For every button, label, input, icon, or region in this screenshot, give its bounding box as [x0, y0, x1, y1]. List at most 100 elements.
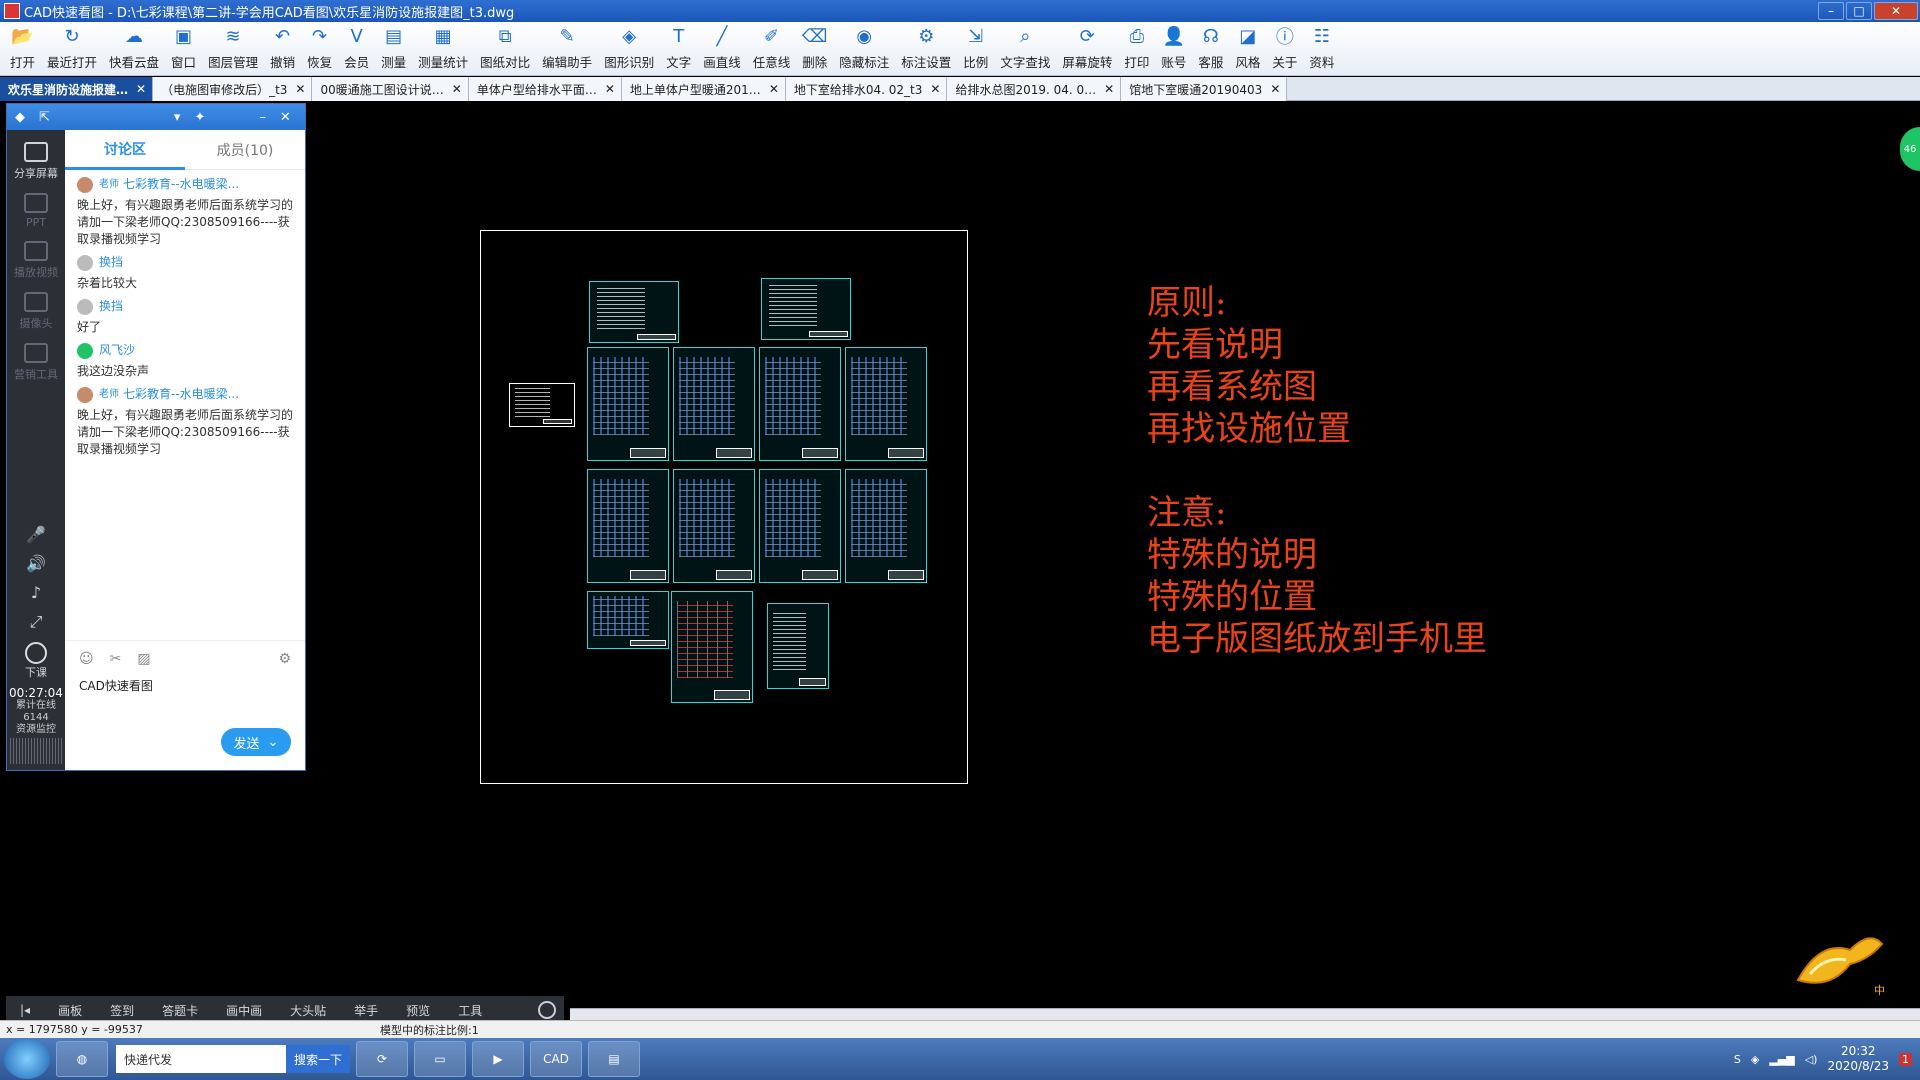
toolbar-window-button[interactable]: ▣ 窗口 [165, 23, 202, 75]
drawing-sheet[interactable] [589, 281, 679, 343]
class-tool-button[interactable]: 画板 [44, 1002, 96, 1019]
class-tool-button[interactable]: 预览 [392, 1002, 444, 1019]
power-icon[interactable] [538, 1001, 556, 1019]
toolbar-measure-button[interactable]: ▤ 测量 [375, 23, 412, 75]
toolbar-print-button[interactable]: ⎙ 打印 [1118, 23, 1155, 75]
sender-name[interactable]: 换挡 [99, 298, 123, 315]
marketing-tools-button[interactable]: 营销工具 [7, 343, 65, 382]
taskbar-app-browser[interactable]: ◍ [56, 1041, 108, 1077]
drawing-sheet[interactable] [759, 469, 841, 583]
scissors-icon[interactable]: ✂ [110, 651, 122, 667]
toolbar-cloud-button[interactable]: ☁ 快看云盘 [103, 23, 165, 75]
taskbar-app-explorer[interactable]: ▭ [414, 1041, 467, 1077]
drawing-sheet[interactable] [845, 469, 927, 583]
close-tab-icon[interactable]: ✕ [295, 82, 305, 96]
class-tool-button[interactable]: 工具 [444, 1002, 496, 1019]
document-tab[interactable]: 馆地下室暖通20190403 ✕ [1121, 77, 1288, 101]
start-button[interactable] [4, 1039, 50, 1079]
toolbar-shape-recognize-button[interactable]: ◈ 图形识别 [598, 23, 660, 75]
document-tab[interactable]: 欢乐星消防设施报建… ✕ [0, 77, 154, 101]
play-video-button[interactable]: 播放视频 [7, 241, 65, 280]
fullscreen-icon[interactable]: ⤢ [7, 612, 65, 632]
music-icon[interactable]: ♪ [7, 583, 65, 602]
drawing-sheet[interactable] [761, 278, 851, 340]
taskbar-app-cad[interactable]: CAD [530, 1041, 583, 1077]
leave-class-button[interactable]: 下课 [7, 642, 65, 680]
toolbar-compare-button[interactable]: ⧉ 图纸对比 [474, 23, 536, 75]
toolbar-undo-button[interactable]: ↶ 撤销 [264, 23, 301, 75]
class-tool-button[interactable]: 签到 [96, 1002, 148, 1019]
shield-icon[interactable]: ◈ [1751, 1053, 1759, 1066]
popout-icon[interactable]: ⇱ [39, 110, 50, 125]
close-icon[interactable]: ✕ [280, 110, 291, 125]
network-icon[interactable]: ▂▄▆ [1769, 1053, 1794, 1066]
close-tab-icon[interactable]: ✕ [452, 82, 462, 96]
input-method-icon[interactable]: S [1734, 1053, 1741, 1066]
notification-icon[interactable]: 1 [1899, 1052, 1912, 1066]
toolbar-vip-button[interactable]: V 会员 [338, 23, 375, 75]
taskbar-search-button[interactable]: 搜索一下 [286, 1045, 351, 1073]
close-tab-icon[interactable]: ✕ [1104, 82, 1114, 96]
drawing-sheet[interactable] [587, 591, 669, 649]
document-tab[interactable]: 地下室给排水04. 02_t3 ✕ [785, 77, 948, 101]
drawing-sheet[interactable] [759, 347, 841, 461]
send-button[interactable]: 发送 ⌄ [221, 728, 291, 756]
dropdown-icon[interactable]: ▾ [174, 110, 181, 125]
toolbar-annotation-settings-button[interactable]: ⚙ 标注设置 [895, 23, 957, 75]
drawing-sheet[interactable] [845, 347, 927, 461]
share-screen-button[interactable]: 分享屏幕 [7, 142, 65, 181]
toolbar-search-text-button[interactable]: ⌕ 文字查找 [994, 23, 1056, 75]
volume-icon[interactable]: ◁) [1805, 1053, 1818, 1066]
drawing-sheet[interactable] [587, 347, 669, 461]
camera-button[interactable]: 摄像头 [7, 292, 65, 331]
class-tool-button[interactable]: 答题卡 [148, 1002, 212, 1019]
document-tab[interactable]: （电施图审修改后）_t3 ✕ [153, 77, 313, 101]
close-tab-icon[interactable]: ✕ [930, 82, 940, 96]
horizontal-scrollbar[interactable] [570, 1008, 1920, 1020]
toolbar-headset-button[interactable]: ☊ 客服 [1192, 23, 1229, 75]
minimize-icon[interactable]: – [259, 110, 266, 125]
toolbar-history-button[interactable]: ↻ 最近打开 [41, 23, 103, 75]
sender-name[interactable]: 七彩教育--水电暖梁... [123, 386, 239, 403]
toolbar-line-button[interactable]: ╱ 画直线 [697, 23, 747, 75]
toolbar-style-button[interactable]: ◪ 风格 [1229, 23, 1266, 75]
close-tab-icon[interactable]: ✕ [769, 82, 779, 96]
tab-members[interactable]: 成员(10) [185, 140, 305, 160]
chevron-down-icon[interactable]: ⌄ [268, 735, 279, 750]
collapse-icon[interactable]: |◂ [6, 1003, 44, 1017]
settings-icon[interactable]: ⚙ [278, 651, 291, 667]
sender-name[interactable]: 风飞沙 [99, 342, 135, 359]
toolbar-info-button[interactable]: ⓘ 关于 [1266, 23, 1303, 75]
toolbar-layers-button[interactable]: ≋ 图层管理 [202, 23, 264, 75]
toolbar-docs-button[interactable]: ☷ 资料 [1303, 23, 1340, 75]
sender-name[interactable]: 换挡 [99, 254, 123, 271]
toolbar-hide-eye-button[interactable]: ◉ 隐藏标注 [833, 23, 895, 75]
close-tab-icon[interactable]: ✕ [605, 82, 615, 96]
toolbar-edit-helper-button[interactable]: ✎ 编辑助手 [536, 23, 598, 75]
document-tab[interactable]: 地上单体户型暖通201… ✕ [621, 77, 786, 101]
toolbar-folder-open-button[interactable]: 📂 打开 [4, 23, 41, 75]
toolbar-rotate-button[interactable]: ⟳ 屏幕旋转 [1056, 23, 1118, 75]
toolbar-redo-button[interactable]: ↷ 恢复 [301, 23, 338, 75]
mascot-icon[interactable]: 中 [1790, 920, 1890, 1000]
document-tab[interactable]: 00暖通施工图设计说… ✕ [312, 77, 469, 101]
chat-input[interactable]: CAD快速看图 [65, 667, 305, 704]
minimize-button[interactable]: – [1818, 2, 1844, 20]
taskbar-app-doc[interactable]: ▤ [588, 1041, 641, 1077]
toolbar-user-button[interactable]: 👤 账号 [1155, 23, 1192, 75]
drawing-sheet[interactable] [509, 383, 575, 427]
toolbar-text-button[interactable]: T 文字 [660, 23, 697, 75]
image-icon[interactable]: ▨ [137, 651, 150, 667]
close-button[interactable]: ✕ [1874, 2, 1918, 20]
sender-name[interactable]: 七彩教育--水电暖梁... [123, 176, 239, 193]
toolbar-scale-button[interactable]: ⇲ 比例 [957, 23, 994, 75]
taskbar-app-refresh[interactable]: ⟳ [356, 1041, 409, 1077]
tab-discussion[interactable]: 讨论区 [65, 130, 185, 170]
taskbar-app-player[interactable]: ▶ [472, 1041, 525, 1077]
toolbar-eraser-button[interactable]: ⌫ 删除 [796, 23, 833, 75]
document-tab[interactable]: 单体户型给排水平面… ✕ [468, 77, 622, 101]
class-tool-button[interactable]: 举手 [340, 1002, 392, 1019]
drawing-sheet[interactable] [673, 347, 755, 461]
toolbar-pen-button[interactable]: ✐ 任意线 [747, 23, 797, 75]
drawing-sheet[interactable] [671, 591, 753, 703]
